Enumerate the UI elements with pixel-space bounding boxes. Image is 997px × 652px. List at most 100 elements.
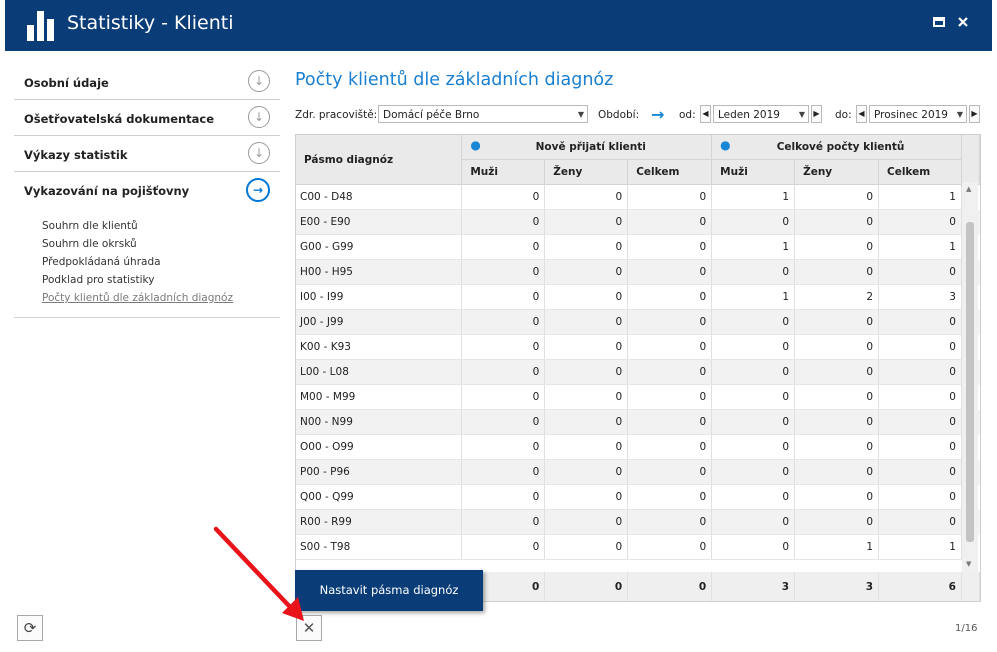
scroll-down-icon[interactable]: ▼ bbox=[966, 560, 971, 568]
chevron-down-icon[interactable]: ↓ bbox=[248, 70, 270, 92]
table-row[interactable]: O00 - O99 0 0 0 0 0 0 bbox=[296, 434, 980, 460]
count-cell: 0 bbox=[627, 534, 713, 560]
count-cell: 0 bbox=[794, 259, 879, 285]
count-cell: 0 bbox=[461, 234, 546, 260]
range-cell: H00 - H95 bbox=[296, 259, 463, 285]
table-row[interactable]: J00 - J99 0 0 0 0 0 0 bbox=[296, 309, 980, 335]
table-row[interactable]: R00 - R99 0 0 0 0 0 0 bbox=[296, 509, 980, 535]
col-women-new[interactable]: Ženy bbox=[544, 159, 629, 185]
lightbulb-icon[interactable]: ● bbox=[470, 139, 480, 151]
total-cell: 6 bbox=[878, 572, 962, 601]
table-row[interactable]: C00 - D48 0 0 0 1 0 1 bbox=[296, 184, 980, 210]
refresh-icon[interactable]: ⟳ bbox=[17, 615, 43, 641]
chevron-down-icon[interactable]: ↓ bbox=[248, 106, 270, 128]
table-row[interactable]: K00 - K93 0 0 0 0 0 0 bbox=[296, 334, 980, 360]
table-row[interactable]: H00 - H95 0 0 0 0 0 0 bbox=[296, 259, 980, 285]
range-cell: O00 - O99 bbox=[296, 434, 463, 460]
count-cell: 0 bbox=[627, 359, 713, 385]
count-cell: 0 bbox=[878, 409, 962, 435]
table-row[interactable]: Q00 - Q99 0 0 0 0 0 0 bbox=[296, 484, 980, 510]
sidebar-section-insurance[interactable]: Vykazování na pojišťovny → bbox=[14, 172, 280, 207]
count-cell: 0 bbox=[627, 434, 713, 460]
from-next-button[interactable]: ▶ bbox=[811, 105, 822, 123]
sidebar-item-districts-summary[interactable]: Souhrn dle okrsků bbox=[42, 235, 280, 253]
sidebar-item-expected-payment[interactable]: Předpokládaná úhrada bbox=[42, 253, 280, 271]
table-row[interactable]: M00 - M99 0 0 0 0 0 0 bbox=[296, 384, 980, 410]
count-cell: 0 bbox=[627, 184, 713, 210]
close-icon[interactable] bbox=[954, 15, 972, 33]
count-cell: 0 bbox=[461, 284, 546, 310]
to-label: do: bbox=[835, 109, 852, 121]
arrow-right-icon[interactable]: → bbox=[246, 178, 270, 202]
chevron-down-icon[interactable]: ↓ bbox=[248, 142, 270, 164]
col-total-total[interactable]: Celkem bbox=[878, 159, 962, 185]
to-prev-button[interactable]: ◀ bbox=[856, 105, 867, 123]
table-row[interactable]: L00 - L08 0 0 0 0 0 0 bbox=[296, 359, 980, 385]
sidebar-section-label: Vykazování na pojišťovny bbox=[24, 184, 190, 198]
count-cell: 0 bbox=[711, 409, 796, 435]
table-row[interactable]: I00 - I99 0 0 0 1 2 3 bbox=[296, 284, 980, 310]
to-next-button[interactable]: ▶ bbox=[969, 105, 980, 123]
table-row[interactable]: P00 - P96 0 0 0 0 0 0 bbox=[296, 459, 980, 485]
sidebar-item-statistics-basis[interactable]: Podklad pro statistiky bbox=[42, 271, 280, 289]
scroll-thumb[interactable] bbox=[966, 222, 974, 542]
count-cell: 0 bbox=[794, 334, 879, 360]
table-row[interactable]: S00 - T98 0 0 0 0 1 1 bbox=[296, 534, 980, 560]
from-prev-button[interactable]: ◀ bbox=[700, 105, 711, 123]
from-label: od: bbox=[679, 109, 696, 121]
maximize-icon[interactable] bbox=[930, 15, 948, 33]
count-cell: 0 bbox=[711, 459, 796, 485]
count-cell: 0 bbox=[711, 534, 796, 560]
count-cell: 0 bbox=[711, 434, 796, 460]
count-cell: 0 bbox=[878, 384, 962, 410]
to-select[interactable]: Prosinec 2019 ▼ bbox=[869, 105, 967, 123]
range-cell: J00 - J99 bbox=[296, 309, 463, 335]
group-header-total-label: Celkové počty klientů bbox=[776, 141, 905, 153]
scroll-up-icon[interactable]: ▲ bbox=[966, 185, 971, 193]
count-cell: 1 bbox=[878, 234, 962, 260]
table-row[interactable]: E00 - E90 0 0 0 0 0 0 bbox=[296, 209, 980, 235]
count-cell: 0 bbox=[794, 234, 879, 260]
lightbulb-icon[interactable]: ● bbox=[720, 139, 730, 151]
count-cell: 0 bbox=[461, 534, 546, 560]
from-select[interactable]: Leden 2019 ▼ bbox=[713, 105, 809, 123]
red-arrow-annotation bbox=[213, 526, 304, 621]
set-diagnosis-ranges-button[interactable]: Nastavit pásma diagnóz bbox=[295, 570, 483, 611]
count-cell: 0 bbox=[461, 309, 546, 335]
count-cell: 0 bbox=[794, 209, 879, 235]
scroll-header-spacer bbox=[961, 135, 980, 185]
table-row[interactable]: G00 - G99 0 0 0 1 0 1 bbox=[296, 234, 980, 260]
range-cell: L00 - L08 bbox=[296, 359, 463, 385]
sidebar-section-label: Ošetřovatelská dokumentace bbox=[24, 112, 215, 126]
count-cell: 0 bbox=[461, 484, 546, 510]
sidebar-item-clients-summary[interactable]: Souhrn dle klientů bbox=[42, 217, 280, 235]
count-cell: 0 bbox=[794, 434, 879, 460]
col-men-total[interactable]: Muži bbox=[711, 159, 796, 185]
count-cell: 0 bbox=[711, 384, 796, 410]
vertical-scrollbar[interactable]: ▲ ▼ bbox=[962, 182, 978, 572]
range-cell: P00 - P96 bbox=[296, 459, 463, 485]
facility-select[interactable]: Domácí péče Brno ▼ bbox=[378, 105, 588, 123]
sidebar-section-nursing-docs[interactable]: Ošetřovatelská dokumentace ↓ bbox=[14, 100, 280, 136]
count-cell: 1 bbox=[794, 534, 879, 560]
total-cell: 3 bbox=[711, 572, 796, 601]
sidebar-item-diagnosis-counts[interactable]: Počty klientů dle základních diagnóz bbox=[42, 289, 280, 307]
count-cell: 0 bbox=[627, 509, 713, 535]
count-cell: 0 bbox=[627, 284, 713, 310]
range-cell: E00 - E90 bbox=[296, 209, 463, 235]
period-label: Období: bbox=[598, 109, 640, 121]
range-header[interactable]: Pásmo diagnóz bbox=[296, 135, 463, 185]
col-women-total[interactable]: Ženy bbox=[794, 159, 879, 185]
count-cell: 0 bbox=[627, 334, 713, 360]
col-total-new[interactable]: Celkem bbox=[627, 159, 713, 185]
sidebar-section-stat-reports[interactable]: Výkazy statistik ↓ bbox=[14, 136, 280, 172]
count-cell: 0 bbox=[711, 259, 796, 285]
count-cell: 0 bbox=[544, 509, 629, 535]
sidebar-section-personal[interactable]: Osobní údaje ↓ bbox=[14, 64, 280, 100]
count-cell: 0 bbox=[627, 259, 713, 285]
table-row[interactable]: N00 - N99 0 0 0 0 0 0 bbox=[296, 409, 980, 435]
facility-label: Zdr. pracoviště: bbox=[295, 109, 378, 121]
col-men-new[interactable]: Muži bbox=[461, 159, 546, 185]
sidebar: Osobní údaje ↓ Ošetřovatelská dokumentac… bbox=[14, 64, 280, 318]
count-cell: 0 bbox=[627, 484, 713, 510]
